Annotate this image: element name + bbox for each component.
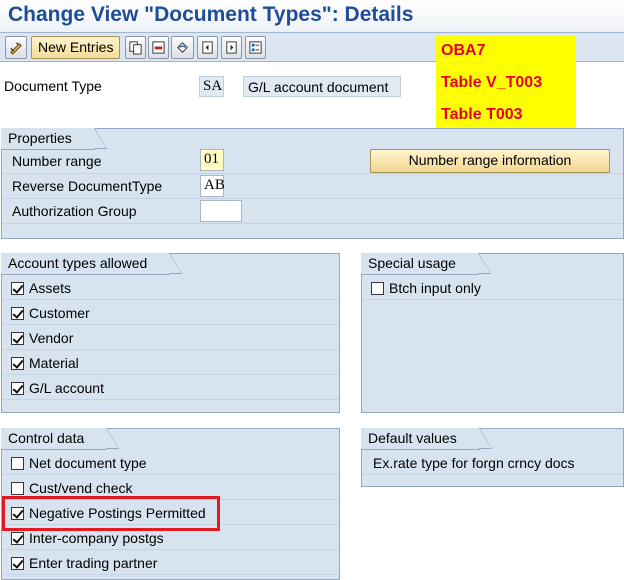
number-range-label: Number range — [12, 153, 102, 169]
material-label: Material — [29, 355, 79, 371]
exchange-rate-type-label: Ex.rate type for forgn crncy docs — [373, 455, 575, 471]
batch-input-only-row[interactable]: Btch input only — [371, 280, 481, 296]
net-document-type-checkbox[interactable] — [11, 456, 24, 470]
account-types-group-title: Account types allowed — [1, 252, 183, 275]
annotation-table: Table T003 — [441, 106, 523, 123]
properties-group-title: Properties — [1, 127, 107, 150]
inter-company-postings-row[interactable]: Inter-company postgs — [11, 530, 164, 546]
inter-company-postings-checkbox[interactable] — [11, 531, 24, 545]
document-type-label: Document Type — [4, 78, 102, 94]
number-range-information-button[interactable]: Number range information — [370, 149, 610, 173]
vendor-checkbox[interactable] — [11, 331, 24, 345]
special-usage-group-title: Special usage — [361, 252, 491, 275]
net-document-type-row[interactable]: Net document type — [11, 455, 147, 471]
batch-input-only-label: Btch input only — [389, 280, 481, 296]
highlight-box — [2, 496, 220, 531]
enter-trading-partner-row[interactable]: Enter trading partner — [11, 555, 157, 571]
inter-company-postings-label: Inter-company postgs — [29, 530, 164, 546]
authorization-group-label: Authorization Group — [12, 203, 137, 219]
next-entry-icon[interactable] — [221, 36, 242, 59]
net-document-type-label: Net document type — [29, 455, 147, 471]
customer-checkbox-row[interactable]: Customer — [11, 305, 90, 321]
annotation-transaction: OBA7 — [441, 42, 486, 59]
enter-trading-partner-checkbox[interactable] — [11, 556, 24, 570]
properties-group: Properties Number range 01 Reverse Docum… — [1, 127, 624, 239]
cust-vend-check-label: Cust/vend check — [29, 480, 133, 496]
vendor-label: Vendor — [29, 330, 74, 346]
page-title: Change View "Document Types": Details — [8, 3, 414, 26]
default-values-group-title: Default values — [361, 427, 492, 450]
undo-icon[interactable] — [171, 36, 194, 59]
delete-icon[interactable] — [148, 36, 169, 59]
control-data-group-title: Control data — [1, 427, 120, 450]
gl-account-checkbox[interactable] — [11, 381, 24, 395]
display-change-icon[interactable] — [5, 36, 27, 59]
enter-trading-partner-label: Enter trading partner — [29, 555, 158, 571]
select-all-icon[interactable] — [245, 36, 266, 59]
title-bar: Change View "Document Types": Details — [0, 0, 624, 32]
customer-checkbox[interactable] — [11, 306, 24, 320]
gl-account-label: G/L account — [29, 380, 104, 396]
assets-checkbox[interactable] — [11, 281, 24, 295]
batch-input-only-checkbox[interactable] — [371, 281, 384, 295]
reverse-document-type-label: Reverse DocumentType — [12, 178, 163, 194]
number-range-field[interactable]: 01 — [200, 149, 224, 171]
document-type-field[interactable]: SA — [199, 76, 224, 97]
previous-entry-icon[interactable] — [197, 36, 218, 59]
cust-vend-check-row[interactable]: Cust/vend check — [11, 480, 133, 496]
default-values-group: Default values Ex.rate type for forgn cr… — [361, 427, 624, 487]
annotation-note: OBA7 Table V_T003 Table T003 — [436, 36, 576, 136]
document-type-description: G/L account document — [243, 76, 401, 97]
cust-vend-check-checkbox[interactable] — [11, 481, 24, 495]
assets-label: Assets — [29, 280, 72, 296]
copy-icon[interactable] — [125, 36, 146, 59]
authorization-group-field[interactable] — [200, 200, 242, 222]
account-types-group: Account types allowed Assets Customer Ve… — [1, 252, 340, 413]
annotation-view: Table V_T003 — [441, 74, 543, 91]
reverse-document-type-field[interactable]: AB — [200, 175, 225, 197]
material-checkbox[interactable] — [11, 356, 24, 370]
assets-checkbox-row[interactable]: Assets — [11, 280, 71, 296]
material-checkbox-row[interactable]: Material — [11, 355, 79, 371]
customer-label: Customer — [29, 305, 90, 321]
special-usage-group: Special usage Btch input only — [361, 252, 624, 413]
vendor-checkbox-row[interactable]: Vendor — [11, 330, 73, 346]
gl-account-checkbox-row[interactable]: G/L account — [11, 380, 104, 396]
new-entries-button[interactable]: New Entries — [31, 36, 121, 59]
